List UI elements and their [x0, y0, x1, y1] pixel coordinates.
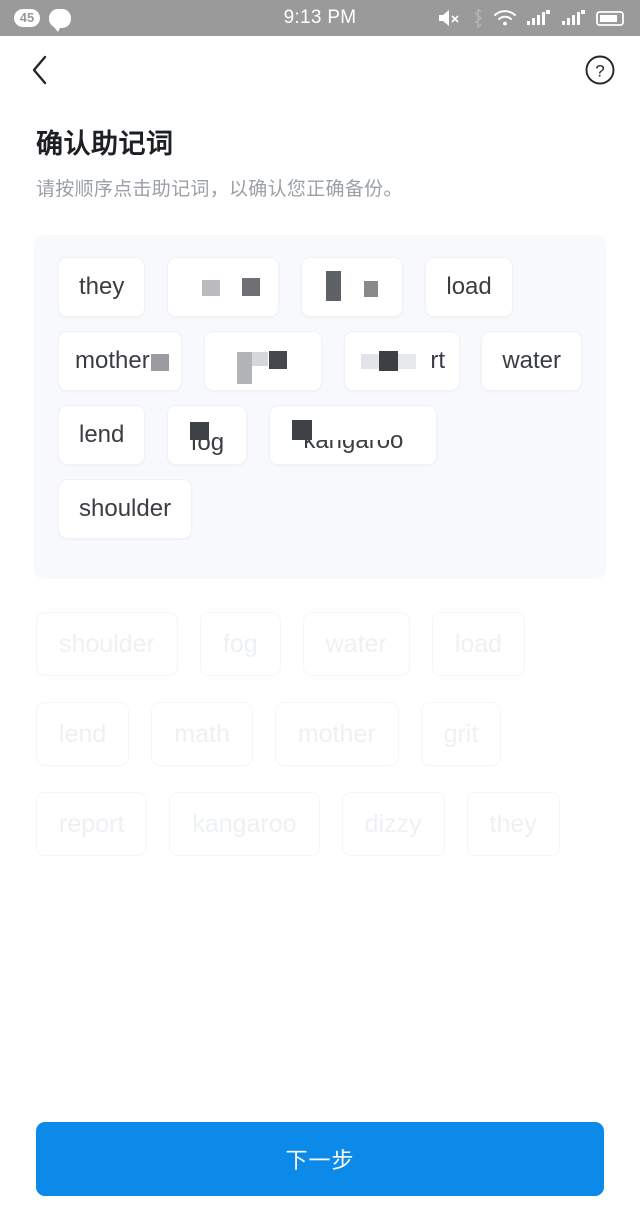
word-bank-label: report [59, 809, 125, 838]
redaction-block [326, 271, 342, 301]
word-bank-label: fog [222, 629, 258, 658]
volume-mute-icon [437, 8, 463, 28]
word-bank-row: shoulder fog water load [36, 612, 606, 676]
navigation-bar: ? [0, 36, 640, 108]
word-bank-chip[interactable]: mother [274, 702, 399, 766]
selected-word-label: kangaroo [303, 427, 404, 454]
selected-words-card: they dizzy grit load mother math [34, 235, 606, 579]
selected-row: shoulder [58, 479, 582, 539]
redaction-block [361, 354, 379, 369]
word-bank-chip[interactable]: kangaroo [169, 792, 320, 856]
redaction-block [242, 278, 261, 296]
redaction-block [379, 351, 398, 371]
redaction-block [252, 352, 268, 366]
selected-word-chip[interactable]: math [204, 331, 322, 391]
selected-words-list: they dizzy grit load mother math [34, 235, 606, 575]
word-bank-label: math [174, 719, 230, 748]
word-bank-chip[interactable]: fog [199, 612, 281, 676]
selected-word-chip[interactable]: kangaroo [269, 405, 438, 465]
word-bank: shoulder fog water load lend math mother… [36, 612, 606, 882]
word-bank-chip[interactable]: they [466, 792, 560, 856]
page-title: 确认助记词 [36, 129, 174, 159]
battery-icon [596, 8, 626, 28]
svg-text:?: ? [595, 61, 604, 80]
bluetooth-icon [472, 8, 484, 28]
chevron-left-icon [29, 54, 51, 91]
selected-word-chip[interactable]: rt [344, 331, 460, 391]
next-step-button[interactable]: 下一步 [36, 1122, 604, 1196]
word-bank-chip[interactable]: dizzy [341, 792, 445, 856]
word-bank-row: lend math mother grit [36, 702, 606, 766]
status-bar-right [437, 8, 626, 28]
selected-word-chip[interactable]: mother [58, 331, 182, 391]
word-bank-chip[interactable]: lend [36, 702, 130, 766]
word-bank-label: mother [297, 719, 376, 748]
status-bar: 45 9:13 PM [0, 0, 640, 36]
redaction-block [202, 280, 221, 296]
selected-row: they dizzy grit load [58, 257, 582, 317]
selected-word-label: load [446, 273, 492, 300]
page-subtitle: 请按顺序点击助记词，以确认您正确备份。 [36, 179, 403, 200]
back-button[interactable] [22, 54, 58, 90]
selected-word-chip[interactable]: grit [301, 257, 404, 317]
selected-word-label: shoulder [79, 495, 172, 522]
selected-word-chip[interactable]: they [58, 257, 146, 317]
redaction-block [364, 281, 379, 297]
selected-word-label: rt [430, 347, 445, 374]
help-button[interactable]: ? [582, 54, 618, 90]
word-bank-label: grit [443, 719, 479, 748]
word-bank-label: load [454, 629, 503, 658]
redaction-block [151, 354, 169, 371]
word-bank-chip[interactable]: math [151, 702, 253, 766]
selected-word-label: they [79, 273, 125, 300]
selected-word-chip[interactable]: lend [58, 405, 146, 465]
selected-word-label: mother [75, 347, 150, 374]
word-bank-chip[interactable]: report [36, 792, 148, 856]
wifi-icon [493, 8, 517, 28]
signal-2-icon [561, 8, 587, 28]
word-bank-label: water [325, 629, 387, 658]
redaction-block [269, 351, 287, 369]
help-circle-icon: ? [584, 54, 616, 91]
word-bank-row: report kangaroo dizzy they [36, 792, 606, 856]
redaction-block [237, 352, 252, 384]
word-bank-label: they [489, 809, 537, 838]
page-header: 确认助记词 请按顺序点击助记词，以确认您正确备份。 [0, 108, 640, 201]
selected-row: mother math rt water [58, 331, 582, 391]
word-bank-chip[interactable]: grit [420, 702, 502, 766]
selected-word-chip[interactable]: dizzy [167, 257, 280, 317]
selected-word-label: lend [79, 421, 125, 448]
word-bank-label: shoulder [59, 629, 155, 658]
word-bank-chip[interactable]: shoulder [36, 612, 178, 676]
word-bank-label: dizzy [364, 809, 422, 838]
signal-1-icon [526, 8, 552, 28]
selected-word-label: water [502, 347, 561, 374]
redaction-block [398, 354, 416, 369]
selected-word-chip[interactable]: load [425, 257, 513, 317]
word-bank-label: kangaroo [192, 809, 297, 838]
selected-word-chip[interactable]: shoulder [58, 479, 193, 539]
selected-word-chip[interactable]: fog [167, 405, 248, 465]
selected-word-chip[interactable]: water [481, 331, 582, 391]
word-bank-chip[interactable]: load [431, 612, 526, 676]
selected-word-label: fog [190, 429, 225, 456]
next-step-label: 下一步 [285, 1148, 355, 1173]
word-bank-chip[interactable]: water [302, 612, 410, 676]
word-bank-label: lend [59, 719, 107, 748]
selected-row: lend fog kangaroo [58, 405, 582, 465]
